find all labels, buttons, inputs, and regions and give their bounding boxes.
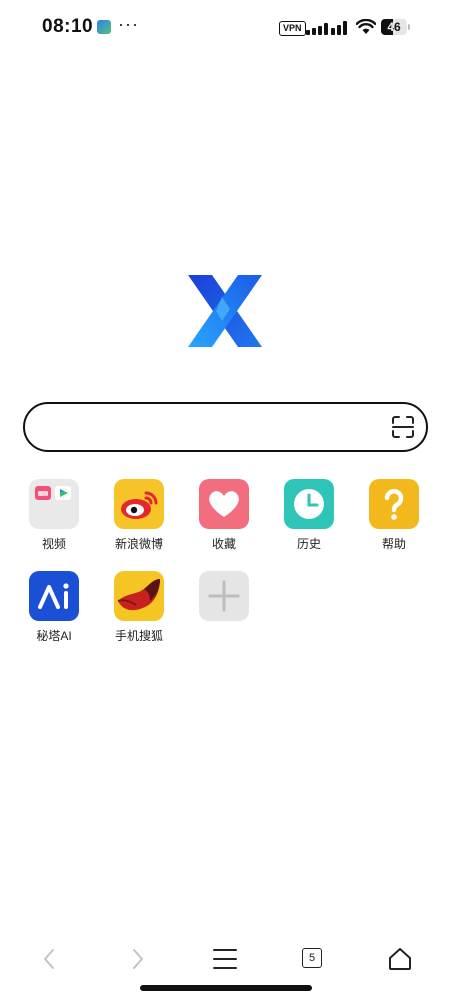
back-button[interactable] xyxy=(27,936,73,982)
menu-icon xyxy=(213,949,237,969)
battery-cap xyxy=(408,24,410,30)
metaso-ai-icon xyxy=(29,571,79,621)
quick-link-history[interactable]: 历史 xyxy=(266,479,352,559)
quick-link-label: 视频 xyxy=(41,537,66,551)
weibo-icon xyxy=(114,479,164,529)
quick-link-label: 手机搜狐 xyxy=(114,629,163,643)
search-input[interactable] xyxy=(45,404,389,452)
vpn-badge: VPN xyxy=(279,21,306,36)
quick-link-video[interactable]: 视频 xyxy=(11,479,97,559)
quick-link-label: 历史 xyxy=(296,537,321,551)
quick-link-metaso-ai[interactable]: 秘塔AI xyxy=(11,571,97,651)
quick-link-help[interactable]: 帮助 xyxy=(351,479,437,559)
scan-icon[interactable] xyxy=(392,416,414,438)
tabs-count: 5 xyxy=(302,948,322,968)
app-notification-icon xyxy=(97,20,111,34)
tabs-button[interactable]: 5 xyxy=(290,936,336,982)
clock-icon xyxy=(284,479,334,529)
forward-button[interactable] xyxy=(114,936,160,982)
quick-link-label: 收藏 xyxy=(211,537,236,551)
xbrowser-logo xyxy=(188,275,262,347)
status-time: 08:10 xyxy=(42,16,94,37)
heart-icon xyxy=(199,479,249,529)
back-icon xyxy=(44,949,54,969)
battery-icon: 46 xyxy=(381,19,407,35)
search-bar[interactable] xyxy=(23,402,428,452)
quick-link-weibo[interactable]: 新浪微博 xyxy=(96,479,182,559)
signal-icon xyxy=(306,21,347,35)
quick-link-favorites[interactable]: 收藏 xyxy=(181,479,267,559)
home-button[interactable] xyxy=(377,936,423,982)
add-icon xyxy=(199,571,249,621)
sohu-fox-icon xyxy=(114,571,164,621)
quick-link-label: 帮助 xyxy=(381,537,406,551)
bottom-nav: 5 xyxy=(0,936,450,982)
more-notifications-icon: ··· xyxy=(118,14,139,34)
quick-link-label: 新浪微博 xyxy=(114,537,163,551)
question-icon xyxy=(369,479,419,529)
add-quick-link-button[interactable] xyxy=(181,571,267,651)
quick-link-label: 秘塔AI xyxy=(36,629,72,643)
forward-icon xyxy=(133,949,143,969)
battery-level: 46 xyxy=(387,20,401,34)
quick-link-sohu[interactable]: 手机搜狐 xyxy=(96,571,182,651)
wifi-icon xyxy=(356,19,376,34)
home-icon xyxy=(389,948,411,970)
status-bar: 08:10 ··· VPN 46 xyxy=(0,0,450,56)
menu-button[interactable] xyxy=(202,936,248,982)
video-folder-icon xyxy=(29,479,79,529)
home-indicator xyxy=(140,985,312,991)
